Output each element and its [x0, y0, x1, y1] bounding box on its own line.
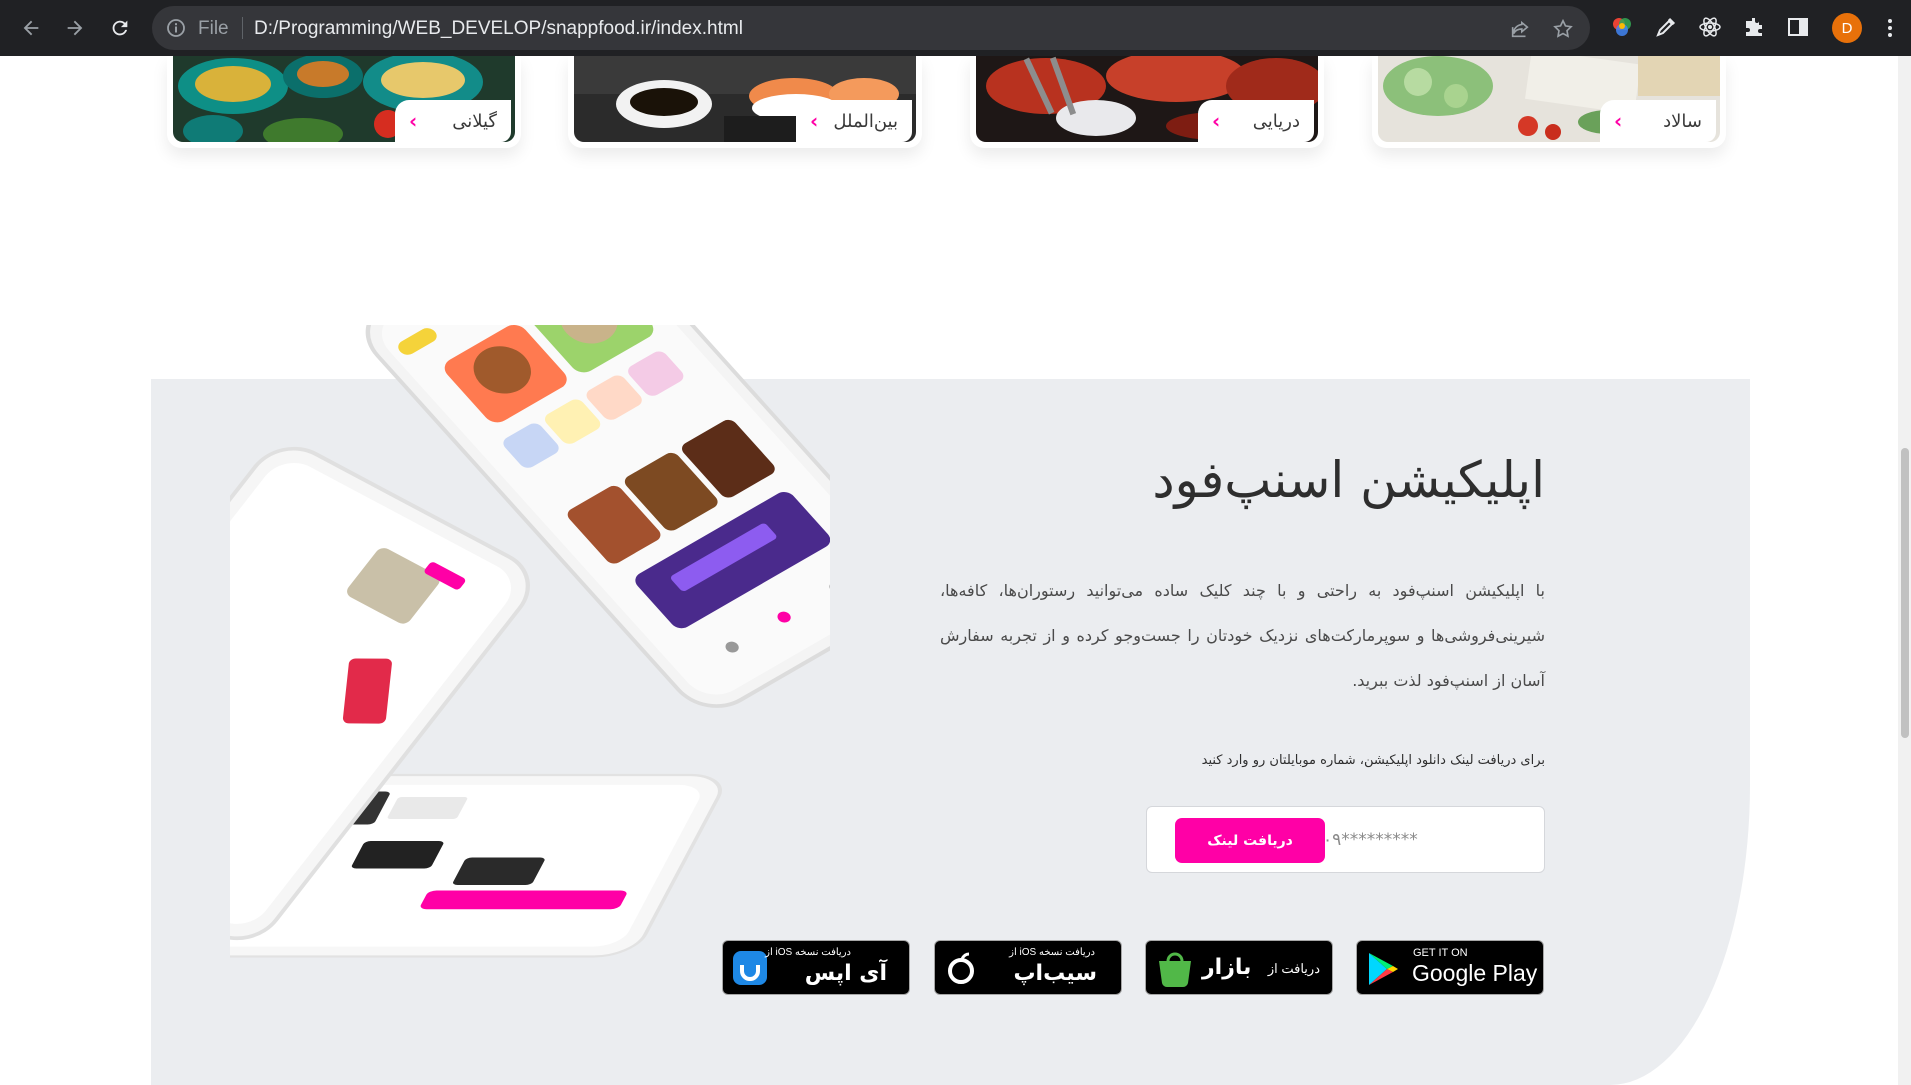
category-label[interactable]: ‹ گیلانی	[395, 100, 511, 142]
category-label[interactable]: ‹ دریایی	[1198, 100, 1314, 142]
eyedropper-icon	[1656, 17, 1676, 37]
category-card-salad[interactable]: ‹ سالاد	[1372, 56, 1726, 148]
app-section-title: اپلیکیشن اسنپ‌فود	[1152, 451, 1545, 509]
iapps-icon	[733, 951, 767, 985]
category-label[interactable]: ‹ سالاد	[1600, 100, 1716, 142]
chevron-left-icon: ‹	[1614, 109, 1623, 133]
arrow-left-icon	[23, 20, 39, 36]
category-label[interactable]: ‹ بین‌الملل	[796, 100, 912, 142]
phone-number-input[interactable]	[1323, 819, 1523, 861]
react-icon	[1699, 17, 1721, 37]
app-link-prompt: برای دریافت لینک دانلود اپلیکیشن، شماره …	[1201, 753, 1545, 768]
url-divider	[242, 17, 243, 39]
url-text[interactable]: D:/Programming/WEB_DEVELOP/snappfood.ir/…	[254, 18, 743, 40]
browser-toolbar: File D:/Programming/WEB_DEVELOP/snappfoo…	[0, 0, 1911, 56]
phone-number-form: دریافت لینک	[1146, 806, 1545, 873]
get-link-button[interactable]: دریافت لینک	[1175, 818, 1325, 863]
puzzle-icon	[1746, 18, 1762, 36]
app-phones-mockup	[230, 325, 830, 958]
category-card-gilani[interactable]: ‹ گیلانی	[167, 56, 521, 148]
scrollbar-thumb[interactable]	[1901, 448, 1909, 738]
google-play-icon	[1369, 953, 1398, 985]
profile-avatar[interactable]: D	[1832, 13, 1862, 43]
page-viewport: ‹ گیلانی ‹ بین‌الملل	[0, 56, 1911, 1085]
color-wheel-icon	[1613, 18, 1631, 36]
side-panel-button[interactable]	[1785, 14, 1811, 40]
page-scrollbar[interactable]	[1898, 56, 1911, 1085]
reload-icon	[112, 20, 128, 36]
url-scheme: File	[198, 18, 229, 39]
chevron-left-icon: ‹	[810, 109, 819, 133]
bazaar-icon	[1159, 952, 1191, 988]
category-card-international[interactable]: ‹ بین‌الملل	[568, 56, 922, 148]
react-devtools-extension-icon[interactable]	[1697, 14, 1723, 40]
forward-button[interactable]	[58, 11, 92, 45]
reload-button[interactable]	[103, 11, 137, 45]
bookmark-star-icon[interactable]	[1552, 18, 1574, 40]
extensions-button[interactable]	[1741, 14, 1767, 40]
side-panel-icon	[1788, 18, 1808, 36]
iapps-store-badge[interactable]: دریافت نسخه iOS از آی اپس	[722, 940, 910, 995]
chevron-left-icon: ‹	[409, 109, 418, 133]
info-icon[interactable]	[166, 18, 186, 38]
sibapp-store-badge[interactable]: دریافت نسخه iOS از سیب‌اپ	[934, 940, 1122, 995]
google-play-store-badge[interactable]: GET IT ON Google Play	[1356, 940, 1544, 995]
app-section-description: با اپلیکیشن اسنپ‌فود به راحتی و با چند ک…	[940, 581, 1545, 690]
share-icon[interactable]	[1509, 18, 1531, 40]
more-menu-icon[interactable]	[1880, 16, 1900, 40]
address-bar[interactable]: File D:/Programming/WEB_DEVELOP/snappfoo…	[152, 6, 1590, 50]
back-button[interactable]	[14, 11, 48, 45]
arrow-right-icon	[67, 20, 83, 36]
category-card-seafood[interactable]: ‹ دریایی	[970, 56, 1324, 148]
eyedropper-extension-icon[interactable]	[1653, 14, 1679, 40]
sibapp-icon	[948, 952, 974, 984]
chevron-left-icon: ‹	[1212, 109, 1221, 133]
color-picker-extension-icon[interactable]	[1609, 14, 1635, 40]
bazaar-store-badge[interactable]: دریافت از بازار	[1145, 940, 1333, 995]
